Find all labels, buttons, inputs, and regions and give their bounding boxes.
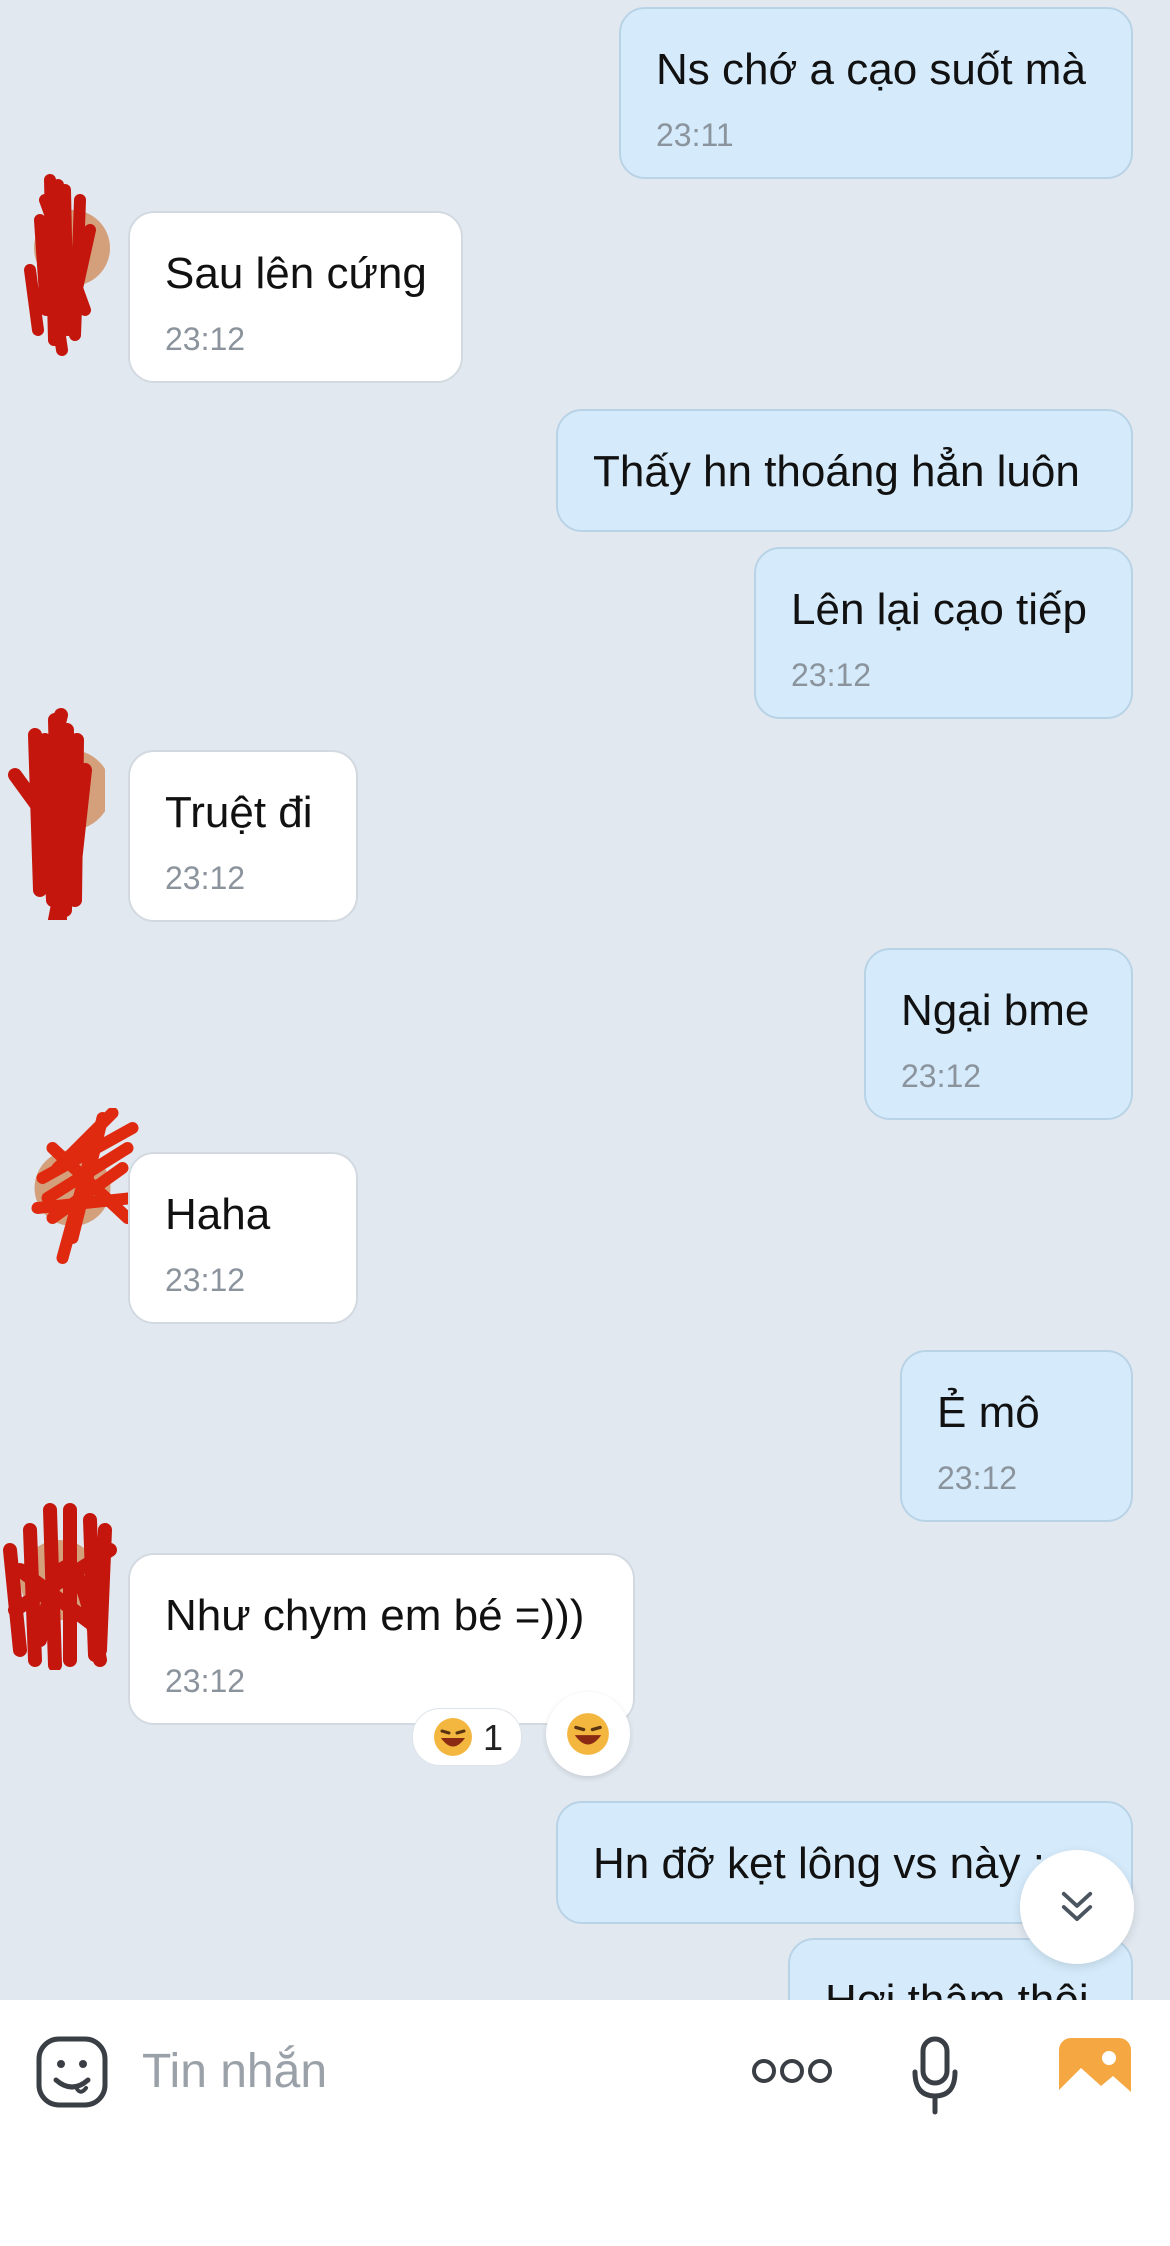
message-time: 23:12 <box>937 1460 1018 1496</box>
message-text: Ngại bme <box>901 986 1090 1035</box>
message-time: 23:12 <box>165 1262 246 1298</box>
message-bubble-incoming[interactable]: Truệt đi 23:12 <box>128 750 358 922</box>
message-text: Haha <box>165 1190 271 1239</box>
message-composer: Tin nhắn <box>0 2000 1170 2246</box>
sticker-icon[interactable] <box>36 2036 108 2108</box>
message-time: 23:12 <box>791 657 872 693</box>
message-text: Như chym em bé =))) <box>165 1591 585 1640</box>
chevron-double-down-icon <box>1061 1891 1093 1922</box>
sender-avatar-scribbled[interactable] <box>0 1490 120 1670</box>
more-options-icon[interactable] <box>752 2056 832 2086</box>
message-time: 23:12 <box>165 321 246 357</box>
message-text: Hn đỡ kẹt lông vs này : <box>593 1839 1045 1888</box>
message-bubble-outgoing[interactable]: Ngại bme 23:12 <box>864 948 1133 1120</box>
message-bubble-incoming[interactable]: Haha 23:12 <box>128 1152 358 1324</box>
message-bubble-outgoing[interactable]: Lên lại cạo tiếp 23:12 <box>754 547 1133 719</box>
message-text: Hơi thâm thôi <box>825 1976 1089 2000</box>
message-text: Lên lại cạo tiếp <box>791 585 1087 634</box>
message-time: 23:12 <box>165 860 246 896</box>
message-bubble-outgoing[interactable]: Ns chớ a cạo suốt mà 23:11 <box>619 7 1133 179</box>
microphone-icon[interactable] <box>910 2036 960 2116</box>
sender-avatar-scribbled[interactable] <box>5 700 105 920</box>
gallery-icon[interactable] <box>1058 2038 1132 2106</box>
message-input[interactable]: Tin nhắn <box>142 2044 327 2099</box>
sender-avatar-scribbled[interactable] <box>10 160 110 360</box>
scroll-to-bottom-button[interactable] <box>1020 1850 1134 1964</box>
chat-area[interactable]: Ns chớ a cạo suốt mà 23:11 Sau lên cứng … <box>0 0 1170 2000</box>
laughing-face-icon <box>567 1713 609 1755</box>
message-bubble-outgoing[interactable]: Thấy hn thoáng hẳn luôn <box>556 409 1133 532</box>
message-bubble-incoming[interactable]: Sau lên cứng 23:12 <box>128 211 463 383</box>
message-text: Thấy hn thoáng hẳn luôn <box>593 447 1080 496</box>
message-time: 23:12 <box>165 1663 246 1699</box>
message-time: 23:11 <box>656 117 734 153</box>
reaction-count: 1 <box>483 1717 504 1758</box>
message-bubble-incoming[interactable]: Như chym em bé =))) 23:12 <box>128 1553 635 1725</box>
add-reaction-button[interactable] <box>546 1692 630 1776</box>
message-text: Ẻ mô <box>937 1388 1040 1437</box>
message-text: Ns chớ a cạo suốt mà <box>656 45 1086 94</box>
message-text: Truệt đi <box>165 788 313 837</box>
laughing-face-icon <box>434 1718 472 1756</box>
message-time: 23:12 <box>901 1058 982 1094</box>
message-bubble-outgoing[interactable]: Ẻ mô 23:12 <box>900 1350 1133 1522</box>
reaction-count-pill[interactable]: 1 <box>412 1708 522 1766</box>
message-text: Sau lên cứng <box>165 249 427 298</box>
